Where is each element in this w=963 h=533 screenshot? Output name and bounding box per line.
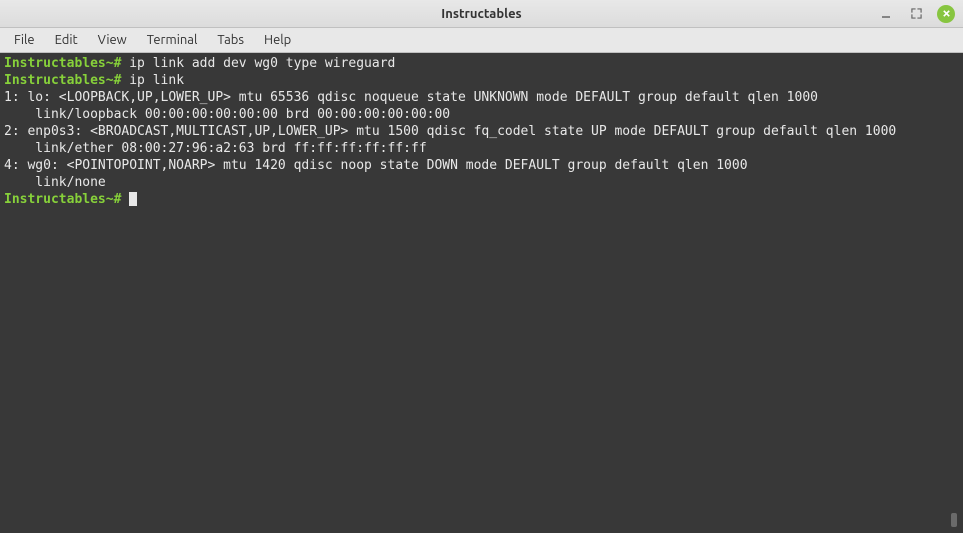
minimize-button[interactable] bbox=[877, 5, 895, 23]
output-line: link/none bbox=[4, 175, 106, 190]
output-line: link/ether 08:00:27:96:a2:63 brd ff:ff:f… bbox=[4, 141, 427, 156]
menu-tabs[interactable]: Tabs bbox=[207, 30, 254, 50]
prompt: Instructables~# bbox=[4, 73, 129, 88]
output-line: 1: lo: <LOOPBACK,UP,LOWER_UP> mtu 65536 … bbox=[4, 90, 818, 105]
prompt: Instructables~# bbox=[4, 56, 129, 71]
menu-file[interactable]: File bbox=[4, 30, 45, 50]
prompt: Instructables~# bbox=[4, 192, 129, 207]
output-line: 4: wg0: <POINTOPOINT,NOARP> mtu 1420 qdi… bbox=[4, 158, 748, 173]
menu-help[interactable]: Help bbox=[254, 30, 301, 50]
menu-edit[interactable]: Edit bbox=[45, 30, 88, 50]
close-button[interactable] bbox=[937, 5, 955, 23]
terminal-area[interactable]: Instructables~# ip link add dev wg0 type… bbox=[0, 53, 963, 533]
command-text: ip link add dev wg0 type wireguard bbox=[129, 56, 395, 71]
maximize-button[interactable] bbox=[907, 5, 925, 23]
menubar: File Edit View Terminal Tabs Help bbox=[0, 28, 963, 53]
scrollbar-thumb[interactable] bbox=[951, 513, 957, 527]
cursor-icon bbox=[129, 192, 137, 206]
output-line: link/loopback 00:00:00:00:00:00 brd 00:0… bbox=[4, 107, 450, 122]
command-text: ip link bbox=[129, 73, 184, 88]
menu-view[interactable]: View bbox=[88, 30, 137, 50]
menu-terminal[interactable]: Terminal bbox=[137, 30, 208, 50]
window-controls bbox=[877, 5, 955, 23]
window-title: Instructables bbox=[441, 7, 521, 21]
output-line: 2: enp0s3: <BROADCAST,MULTICAST,UP,LOWER… bbox=[4, 124, 896, 139]
titlebar: Instructables bbox=[0, 0, 963, 28]
